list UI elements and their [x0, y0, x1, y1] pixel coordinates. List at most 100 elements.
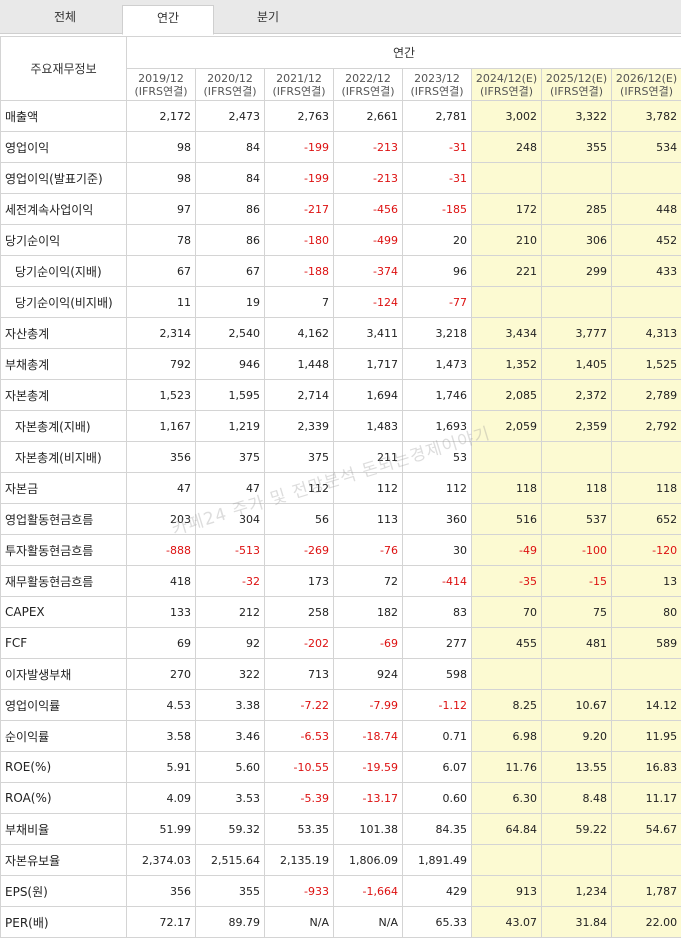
table-cell: 355 — [195, 875, 265, 907]
table-cell: 14.12 — [610, 689, 681, 721]
table-cell: -888 — [126, 534, 196, 566]
table-cell: 118 — [471, 472, 542, 504]
row-label: 영업활동현금흐름 — [0, 503, 127, 535]
table-cell: 452 — [610, 224, 681, 256]
table-cell: 112 — [333, 472, 403, 504]
table-cell — [541, 844, 612, 876]
table-cell: 375 — [195, 441, 265, 473]
table-cell: 1,806.09 — [333, 844, 403, 876]
row-label: 자본유보율 — [0, 844, 127, 876]
row-label: EPS(원) — [0, 875, 127, 907]
table-cell: 5.91 — [126, 751, 196, 783]
table-cell: 1,405 — [541, 348, 612, 380]
tab-all[interactable]: 전체 — [10, 5, 120, 34]
table-cell: 84 — [195, 162, 265, 194]
table-cell: 1,787 — [610, 875, 681, 907]
table-cell — [610, 286, 681, 318]
table-row: 부채비율 51.99 59.32 53.35 101.38 84.35 64.84 59.22… — [0, 813, 681, 845]
column-header: 2024/12(E) (IFRS연결) — [471, 68, 542, 101]
table-row: 당기순이익(비지배) 11 19 7 -124 -77 — [0, 286, 681, 318]
table-cell: 946 — [195, 348, 265, 380]
table-cell: 11 — [126, 286, 196, 318]
table-cell: -213 — [333, 162, 403, 194]
table-cell: 92 — [195, 627, 265, 659]
table-cell: 98 — [126, 162, 196, 194]
table-row: 자본총계(지배) 1,167 1,219 2,339 1,483 1,693 2,059 2,… — [0, 410, 681, 442]
table-cell: 3,777 — [541, 317, 612, 349]
column-basis: (IFRS연결) — [620, 84, 674, 98]
table-cell: 31.84 — [541, 906, 612, 938]
table-cell: 2,781 — [402, 100, 472, 132]
table-cell: -10.55 — [264, 751, 334, 783]
table-cell: 133 — [126, 596, 196, 628]
tab-annual[interactable]: 연간 — [122, 5, 214, 35]
table-cell: 203 — [126, 503, 196, 535]
table-cell: 0.71 — [402, 720, 472, 752]
table-cell: 11.95 — [610, 720, 681, 752]
table-cell: 3,002 — [471, 100, 542, 132]
table-cell: 51.99 — [126, 813, 196, 845]
table-cell: 2,792 — [610, 410, 681, 442]
table-cell — [541, 162, 612, 194]
tab-quarterly[interactable]: 분기 — [216, 5, 320, 34]
table-cell: 11.17 — [610, 782, 681, 814]
table-cell: 248 — [471, 131, 542, 163]
table-cell: 101.38 — [333, 813, 403, 845]
table-cell: N/A — [264, 906, 334, 938]
table-cell: 2,059 — [471, 410, 542, 442]
table-cell: 3.46 — [195, 720, 265, 752]
table-cell: -199 — [264, 162, 334, 194]
table-cell — [541, 658, 612, 690]
table-cell: 75 — [541, 596, 612, 628]
table-cell: 72 — [333, 565, 403, 597]
table-cell: 47 — [195, 472, 265, 504]
table-cell: -32 — [195, 565, 265, 597]
table-cell: 356 — [126, 875, 196, 907]
table-cell: 2,540 — [195, 317, 265, 349]
table-cell: -35 — [471, 565, 542, 597]
table-cell: 113 — [333, 503, 403, 535]
table-cell: 80 — [610, 596, 681, 628]
table-cell: 53.35 — [264, 813, 334, 845]
table-cell: 9.20 — [541, 720, 612, 752]
table-cell: 3,218 — [402, 317, 472, 349]
table-cell — [471, 658, 542, 690]
table-cell: 0.60 — [402, 782, 472, 814]
column-header: 2019/12 (IFRS연결) — [126, 68, 196, 101]
table-cell: -77 — [402, 286, 472, 318]
table-cell: 4,162 — [264, 317, 334, 349]
table-row: 당기순이익 78 86 -180 -499 20 210 306 452 — [0, 224, 681, 256]
table-cell: -1.12 — [402, 689, 472, 721]
table-cell: -217 — [264, 193, 334, 225]
table-cell: 64.84 — [471, 813, 542, 845]
table-cell: -414 — [402, 565, 472, 597]
table-cell: -13.17 — [333, 782, 403, 814]
table-cell: 1,448 — [264, 348, 334, 380]
table-cell — [471, 844, 542, 876]
table-cell: -31 — [402, 131, 472, 163]
table-cell: 1,717 — [333, 348, 403, 380]
table-cell: 1,234 — [541, 875, 612, 907]
table-cell: -49 — [471, 534, 542, 566]
table-cell: 43.07 — [471, 906, 542, 938]
table-row: ROA(%) 4.09 3.53 -5.39 -13.17 0.60 6.30 8.48 11.… — [0, 782, 681, 814]
row-label: 순이익률 — [0, 720, 127, 752]
column-basis: (IFRS연결) — [549, 84, 604, 98]
table-cell: 1,746 — [402, 379, 472, 411]
table-cell: 182 — [333, 596, 403, 628]
table-cell: 2,314 — [126, 317, 196, 349]
table-cell: -7.22 — [264, 689, 334, 721]
table-cell: 455 — [471, 627, 542, 659]
table-row: 자본총계 1,523 1,595 2,714 1,694 1,746 2,085 2,372 2… — [0, 379, 681, 411]
table-cell: 67 — [195, 255, 265, 287]
table-cell: 72.17 — [126, 906, 196, 938]
table-cell: 59.22 — [541, 813, 612, 845]
row-label: 자산총계 — [0, 317, 127, 349]
column-basis: (IFRS연결) — [203, 84, 257, 98]
table-cell — [471, 162, 542, 194]
column-basis: (IFRS연결) — [134, 84, 188, 98]
table-cell: 2,789 — [610, 379, 681, 411]
table-cell: 221 — [471, 255, 542, 287]
table-cell: 356 — [126, 441, 196, 473]
table-cell: -456 — [333, 193, 403, 225]
